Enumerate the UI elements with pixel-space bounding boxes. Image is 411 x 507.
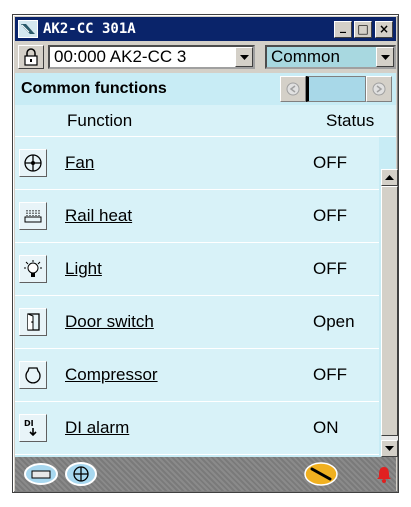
alarm-bell-icon[interactable] (373, 461, 395, 487)
list-item[interactable]: Fan OFF (15, 137, 379, 190)
close-icon: × (378, 22, 390, 36)
scrollbar-thumb[interactable] (381, 186, 398, 436)
device-dropdown-arrow[interactable] (235, 47, 253, 67)
function-label-fan[interactable]: Fan (65, 153, 313, 173)
light-bulb-icon[interactable] (19, 255, 47, 283)
function-list: Fan OFF Rail heat OFF Light OFF Door swi… (15, 137, 379, 455)
device-select-value: 00:000 AK2-CC 3 (54, 47, 187, 66)
toolbar: 00:000 AK2-CC 3 Common (15, 43, 396, 71)
page-indicator (306, 76, 366, 102)
minimize-button[interactable]: _ (334, 19, 352, 38)
di-alarm-icon[interactable]: DI (19, 414, 47, 442)
column-header-function: Function (67, 110, 133, 130)
maximize-button[interactable]: □ (354, 20, 372, 38)
next-button[interactable] (366, 76, 392, 102)
function-status: OFF (313, 153, 347, 172)
function-status: OFF (313, 365, 347, 384)
panel-header: Common functions (15, 73, 396, 105)
device-list-icon[interactable] (23, 461, 59, 487)
chevron-down-icon (239, 54, 249, 60)
minimize-icon: _ (340, 19, 346, 33)
function-label-light[interactable]: Light (65, 259, 313, 279)
list-item[interactable]: Rail heat OFF (15, 190, 379, 243)
list-item[interactable]: Door switch Open (15, 296, 379, 349)
column-header-status: Status (326, 110, 375, 130)
list-item[interactable]: Light OFF (15, 243, 379, 296)
function-label-rail-heat[interactable]: Rail heat (65, 206, 313, 226)
fan-icon[interactable] (19, 149, 47, 177)
scroll-down-button[interactable] (381, 440, 398, 457)
panel-title: Common functions (21, 80, 167, 97)
view-dropdown-arrow[interactable] (376, 47, 394, 67)
rail-heat-icon[interactable] (19, 202, 47, 230)
chevron-right-icon (372, 82, 386, 96)
chevron-down-icon (385, 446, 394, 451)
vertical-scrollbar[interactable] (381, 169, 398, 457)
window-title: AK2-CC 301A (43, 21, 136, 37)
chevron-left-icon (286, 82, 300, 96)
compressor-icon[interactable] (19, 361, 47, 389)
function-status: OFF (313, 259, 347, 278)
maximize-icon: □ (357, 22, 369, 36)
chevron-up-icon (385, 175, 394, 180)
list-item[interactable]: DI DI alarm ON (15, 402, 379, 455)
scroll-up-button[interactable] (381, 169, 398, 186)
bottom-bar (15, 457, 396, 491)
fan-nav-icon[interactable] (63, 461, 99, 487)
title-bar[interactable]: AK2-CC 301A _ □ × (15, 17, 396, 41)
door-icon[interactable] (19, 308, 47, 336)
lock-icon (24, 48, 38, 66)
app-window: AK2-CC 301A _ □ × 00:000 AK2-CC 3 Common (12, 14, 399, 493)
chevron-down-icon (380, 54, 390, 60)
service-tool-icon[interactable] (303, 461, 339, 487)
column-headers: Function Status (15, 105, 396, 137)
function-status: OFF (313, 206, 347, 225)
functions-panel: Common functions Function Status Fan OFF (15, 73, 398, 457)
lock-button[interactable] (18, 45, 44, 69)
function-label-compressor[interactable]: Compressor (65, 365, 313, 385)
view-select[interactable]: Common (265, 45, 396, 69)
function-label-door-switch[interactable]: Door switch (65, 312, 313, 332)
app-icon (18, 20, 38, 38)
function-status: ON (313, 418, 339, 437)
function-label-di-alarm[interactable]: DI alarm (65, 418, 313, 438)
svg-text:DI: DI (24, 419, 34, 428)
function-status: Open (313, 312, 355, 331)
prev-button[interactable] (280, 76, 306, 102)
device-select[interactable]: 00:000 AK2-CC 3 (48, 45, 255, 69)
list-item[interactable]: Compressor OFF (15, 349, 379, 402)
view-select-value: Common (271, 47, 340, 66)
close-button[interactable]: × (375, 20, 393, 38)
